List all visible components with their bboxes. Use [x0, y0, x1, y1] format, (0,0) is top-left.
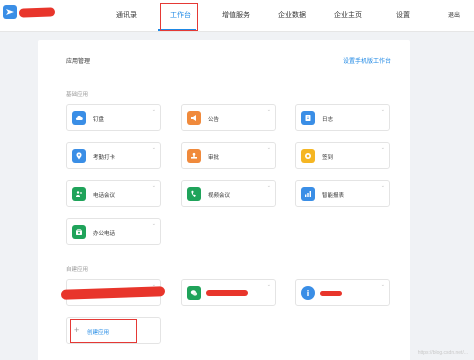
- app-label: 日志: [322, 116, 334, 123]
- app-label: 考勤打卡: [93, 154, 116, 161]
- highlight-annotation: [160, 3, 198, 31]
- redacted-org-name: [18, 7, 56, 18]
- app-label: 钉盘: [93, 116, 105, 123]
- app-card-attendance[interactable]: 考勤打卡 ⌄: [66, 142, 161, 169]
- app-card-checkin[interactable]: 签到 ⌄: [295, 142, 390, 169]
- chevron-down-icon[interactable]: ⌄: [152, 183, 156, 189]
- chevron-down-icon[interactable]: ⌄: [267, 145, 271, 151]
- custom-app-card-2[interactable]: ⌄: [181, 279, 276, 306]
- chevron-down-icon[interactable]: ⌄: [152, 221, 156, 227]
- app-label: 审批: [208, 154, 220, 161]
- highlight-annotation: [70, 319, 137, 343]
- location-icon: [72, 149, 86, 163]
- info-icon: [301, 286, 315, 300]
- nav-contacts[interactable]: 通讯录: [116, 10, 137, 20]
- app-label: 视频会议: [208, 192, 231, 199]
- chevron-down-icon[interactable]: ⌄: [381, 183, 385, 189]
- log-icon: [301, 111, 315, 125]
- custom-app-card-1[interactable]: ⌄: [60, 279, 166, 306]
- nav-enterprise-home[interactable]: 企业主页: [334, 10, 362, 20]
- megaphone-icon: [187, 111, 201, 125]
- chevron-down-icon[interactable]: ⌄: [267, 183, 271, 189]
- app-card-phone-meeting[interactable]: 电话会议 ⌄: [66, 180, 161, 207]
- logo-icon: [3, 5, 17, 19]
- redacted-app-name: [206, 290, 248, 296]
- logout-link[interactable]: 退出: [448, 10, 460, 19]
- app-card-drive[interactable]: 钉盘 ⌄: [66, 104, 161, 131]
- nav-settings[interactable]: 设置: [396, 10, 410, 20]
- checkin-icon: [301, 149, 315, 163]
- app-management-panel: 应用管理 设置手机版工作台 基础应用 钉盘 ⌄ 公告 ⌄ 日志 ⌄ 考勤打卡 ⌄: [38, 40, 410, 360]
- top-bar: 通讯录 工作台 增值服务 企业数据 企业主页 设置 退出: [0, 0, 474, 32]
- nav-enterprise-data[interactable]: 企业数据: [278, 10, 306, 20]
- chevron-down-icon[interactable]: ⌄: [381, 282, 385, 288]
- video-meeting-icon: [187, 187, 201, 201]
- custom-app-card-3[interactable]: ⌄: [295, 279, 390, 306]
- app-label: 办公电话: [93, 230, 116, 237]
- app-label: 电话会议: [93, 192, 116, 199]
- mobile-workbench-link[interactable]: 设置手机版工作台: [343, 56, 391, 65]
- redacted-app-name: [60, 286, 166, 300]
- chart-icon: [301, 187, 315, 201]
- office-phone-icon: [72, 225, 86, 239]
- app-card-smart-report[interactable]: 智能报表 ⌄: [295, 180, 390, 207]
- app-card-approval[interactable]: 审批 ⌄: [181, 142, 276, 169]
- app-card-office-phone[interactable]: 办公电话 ⌄: [66, 218, 161, 245]
- chevron-down-icon[interactable]: ⌄: [267, 107, 271, 113]
- custom-apps-label: 自建应用: [66, 267, 89, 273]
- chevron-down-icon[interactable]: ⌄: [152, 145, 156, 151]
- basic-apps-label: 基础应用: [66, 92, 89, 98]
- cloud-icon: [72, 111, 86, 125]
- app-label: 签到: [322, 154, 334, 161]
- chevron-down-icon[interactable]: ⌄: [267, 282, 271, 288]
- app-card-video-meeting[interactable]: 视频会议 ⌄: [181, 180, 276, 207]
- app-label: 智能报表: [322, 192, 345, 199]
- app-card-announcement[interactable]: 公告 ⌄: [181, 104, 276, 131]
- nav-value-added[interactable]: 增值服务: [222, 10, 250, 20]
- phone-meeting-icon: [72, 187, 86, 201]
- app-card-log[interactable]: 日志 ⌄: [295, 104, 390, 131]
- chevron-down-icon[interactable]: ⌄: [381, 107, 385, 113]
- chevron-down-icon[interactable]: ⌄: [152, 107, 156, 113]
- page-title: 应用管理: [66, 59, 91, 65]
- chevron-down-icon[interactable]: ⌄: [381, 145, 385, 151]
- watermark: https://blog.csdn.net/...: [417, 350, 468, 356]
- stamp-icon: [187, 149, 201, 163]
- app-label: 公告: [208, 116, 220, 123]
- chevron-down-icon[interactable]: ⌄: [152, 282, 156, 288]
- wechat-icon: [187, 286, 201, 300]
- redacted-app-name: [320, 291, 342, 296]
